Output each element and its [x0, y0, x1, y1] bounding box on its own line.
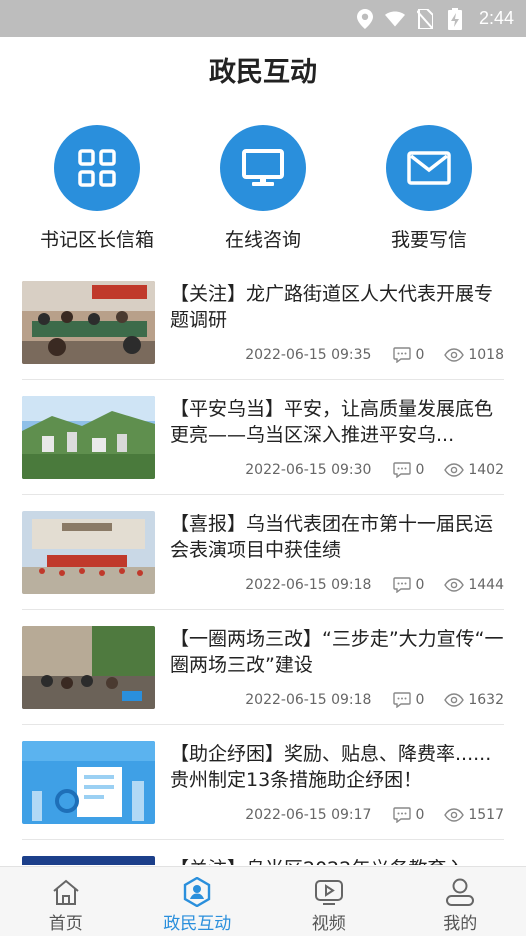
- news-meta: 2022-06-15 09:17 0 1517: [170, 805, 504, 825]
- news-thumbnail: [22, 396, 155, 479]
- news-title: 【助企纾困】奖励、贴息、降费率......贵州制定13条措施助企纾困！: [170, 743, 492, 791]
- news-title: 【一圈两场三改】“三步走”大力宣传“一圈两场三改”建设: [170, 628, 504, 676]
- news-view-count: 1402: [468, 462, 504, 478]
- news-comment-count: 0: [415, 692, 425, 708]
- page-title: 政民互动: [209, 57, 317, 88]
- status-bar: 2:44: [0, 0, 526, 37]
- eye-icon: [444, 578, 465, 592]
- tab-label: 我的: [443, 914, 478, 934]
- news-view-count: 1444: [468, 577, 504, 593]
- comment-icon: [393, 347, 412, 363]
- quick-action-mailbox[interactable]: 书记区长信箱: [14, 125, 180, 252]
- news-item[interactable]: 【一圈两场三改】“三步走”大力宣传“一圈两场三改”建设 2022-06-15 0…: [22, 610, 504, 725]
- comment-icon: [393, 807, 412, 823]
- news-meta: 2022-06-15 09:30 0 1402: [170, 460, 504, 480]
- news-meta: 2022-06-15 09:35 0 1018: [170, 345, 504, 365]
- news-meta: 2022-06-15 09:18 0 1444: [170, 575, 504, 595]
- battery-charging-icon: [445, 7, 465, 30]
- interaction-icon: [132, 875, 264, 909]
- video-icon: [263, 875, 395, 909]
- news-item[interactable]: 【平安乌当】平安，让高质量发展底色更亮——乌当区深入推进平安乌... 2022-…: [22, 380, 504, 495]
- news-date: 2022-06-15 09:17: [245, 807, 372, 823]
- quick-action-consult[interactable]: 在线咨询: [180, 125, 346, 252]
- eye-icon: [444, 348, 465, 362]
- no-sim-icon: [415, 8, 435, 29]
- news-title: 【喜报】乌当代表团在市第十一届民运会表演项目中获佳绩: [170, 513, 494, 561]
- tab-interaction[interactable]: 政民互动: [132, 867, 264, 936]
- comment-icon: [393, 692, 412, 708]
- news-comment-count: 0: [415, 462, 425, 478]
- news-thumbnail: [22, 856, 155, 865]
- news-date: 2022-06-15 09:35: [245, 347, 372, 363]
- location-icon: [355, 8, 375, 29]
- wifi-icon: [384, 9, 405, 29]
- mail-icon: [386, 125, 472, 211]
- tab-video[interactable]: 视频: [263, 867, 395, 936]
- tab-label: 政民互动: [163, 914, 232, 934]
- news-title: 【关注】龙广路街道区人大代表开展专题调研: [170, 283, 494, 331]
- eye-icon: [444, 693, 465, 707]
- monitor-icon: [220, 125, 306, 211]
- news-thumbnail: [22, 281, 155, 364]
- news-item[interactable]: 【关注】乌当区2022年义务教育入: [22, 840, 504, 865]
- news-list: 【关注】龙广路街道区人大代表开展专题调研 2022-06-15 09:35 0 …: [22, 265, 504, 865]
- quick-action-label: 我要写信: [390, 229, 467, 251]
- eye-icon: [444, 808, 465, 822]
- news-title: 【平安乌当】平安，让高质量发展底色更亮——乌当区深入推进平安乌...: [170, 398, 494, 446]
- tab-home[interactable]: 首页: [0, 867, 132, 936]
- news-item[interactable]: 【喜报】乌当代表团在市第十一届民运会表演项目中获佳绩 2022-06-15 09…: [22, 495, 504, 610]
- news-date: 2022-06-15 09:18: [245, 692, 372, 708]
- comment-icon: [393, 462, 412, 478]
- news-meta: 2022-06-15 09:18 0 1632: [170, 690, 504, 710]
- news-comment-count: 0: [415, 807, 425, 823]
- quick-action-label: 书记区长信箱: [39, 229, 154, 251]
- eye-icon: [444, 463, 465, 477]
- news-date: 2022-06-15 09:30: [245, 462, 372, 478]
- news-view-count: 1517: [468, 807, 504, 823]
- news-thumbnail: [22, 626, 155, 709]
- grid-icon: [54, 125, 140, 211]
- quick-action-write[interactable]: 我要写信: [346, 125, 512, 252]
- news-comment-count: 0: [415, 347, 425, 363]
- home-icon: [0, 875, 132, 909]
- status-time: 2:44: [478, 8, 514, 28]
- news-view-count: 1632: [468, 692, 504, 708]
- comment-icon: [393, 577, 412, 593]
- user-icon: [395, 875, 526, 909]
- news-item[interactable]: 【助企纾困】奖励、贴息、降费率......贵州制定13条措施助企纾困！ 2022…: [22, 725, 504, 840]
- news-date: 2022-06-15 09:18: [245, 577, 372, 593]
- quick-action-label: 在线咨询: [224, 229, 301, 251]
- bottom-tab-bar: 首页 政民互动 视频 我的: [0, 866, 526, 936]
- tab-mine[interactable]: 我的: [395, 867, 526, 936]
- news-item[interactable]: 【关注】龙广路街道区人大代表开展专题调研 2022-06-15 09:35 0 …: [22, 265, 504, 380]
- news-comment-count: 0: [415, 577, 425, 593]
- tab-label: 首页: [48, 914, 83, 934]
- news-thumbnail: [22, 511, 155, 594]
- quick-actions: 书记区长信箱 在线咨询 我要写信: [0, 125, 526, 255]
- news-thumbnail: [22, 741, 155, 824]
- news-title: 【关注】乌当区2022年义务教育入: [170, 856, 504, 865]
- news-view-count: 1018: [468, 347, 504, 363]
- tab-label: 视频: [311, 914, 346, 934]
